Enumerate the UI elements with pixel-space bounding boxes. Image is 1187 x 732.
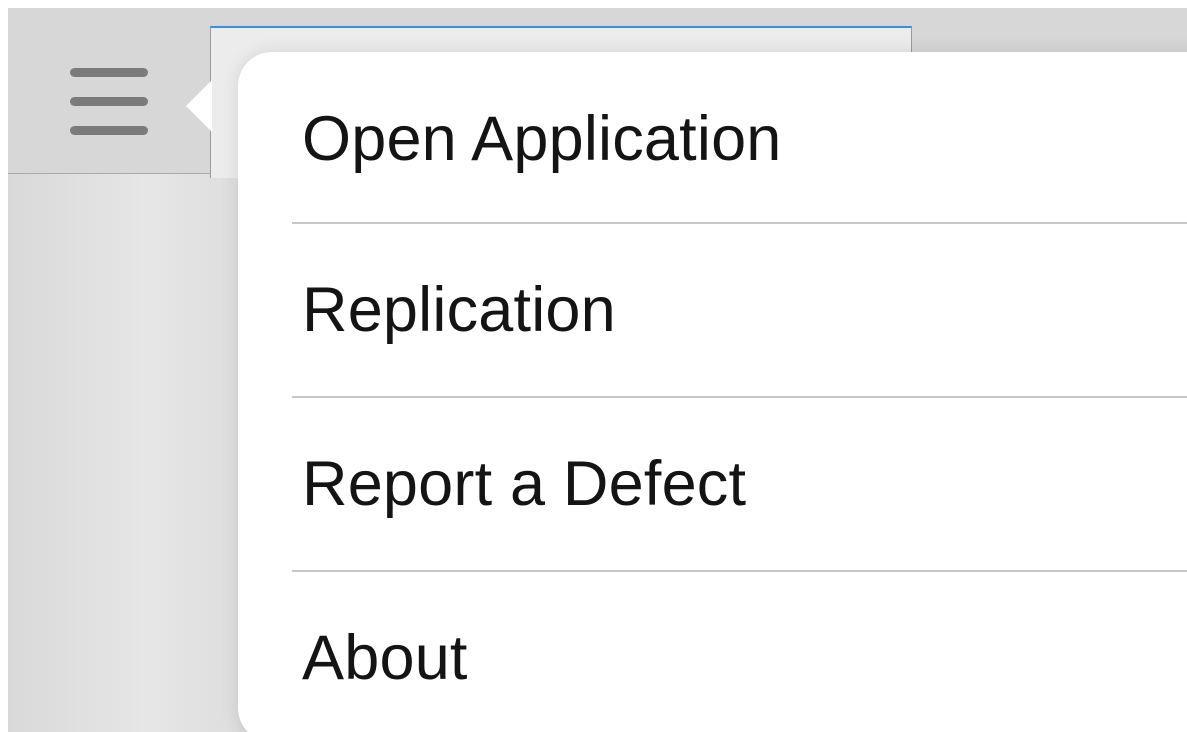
menu-item-about[interactable]: About	[238, 571, 1187, 732]
popover-menu: Open Application Replication Report a De…	[238, 52, 1187, 732]
menu-item-open-application[interactable]: Open Application	[238, 52, 1187, 226]
popover-arrow	[186, 80, 212, 132]
side-panel	[8, 174, 238, 732]
hamburger-bar	[70, 126, 148, 135]
menu-item-label: Replication	[302, 275, 616, 345]
menu-item-report-a-defect[interactable]: Report a Defect	[238, 397, 1187, 571]
app-screen: Open Application Replication Report a De…	[8, 8, 1187, 732]
menu-item-label: About	[302, 623, 468, 693]
menu-item-label: Report a Defect	[302, 449, 747, 519]
hamburger-bar	[70, 97, 148, 106]
hamburger-menu-icon[interactable]	[68, 66, 150, 138]
menu-item-label: Open Application	[302, 104, 782, 174]
menu-item-replication[interactable]: Replication	[238, 223, 1187, 397]
hamburger-bar	[70, 68, 148, 77]
